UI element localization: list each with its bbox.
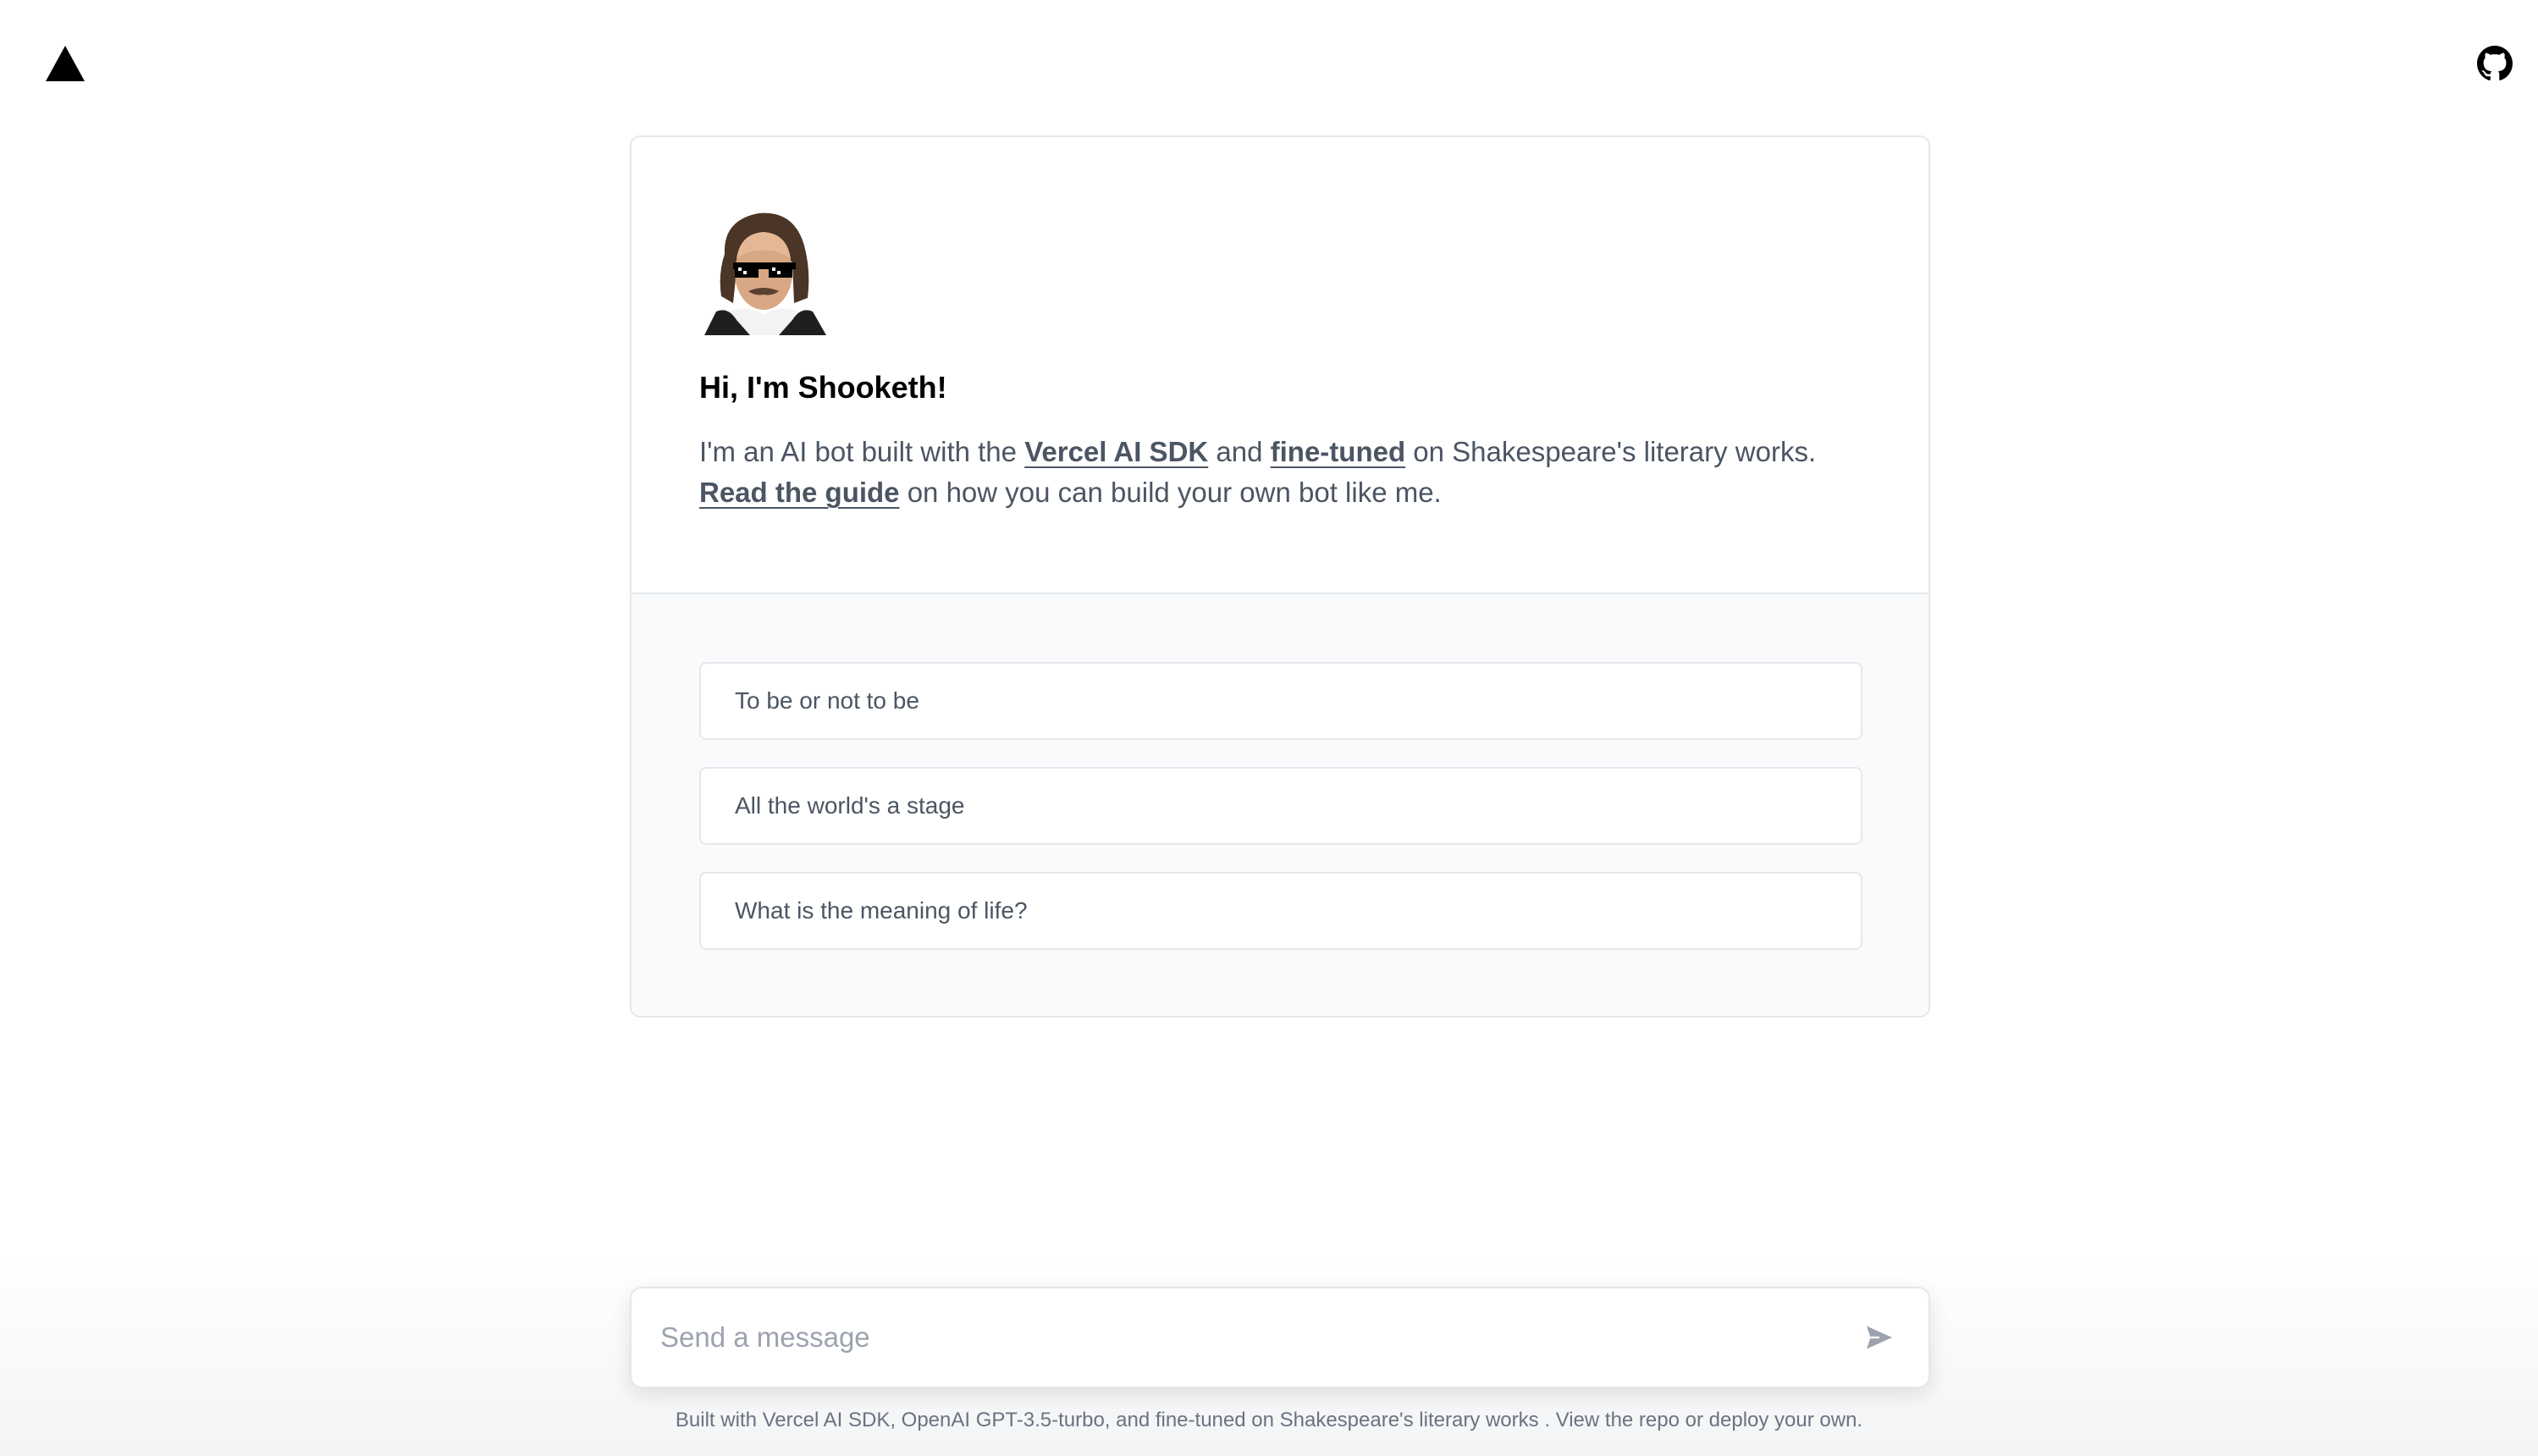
greeting-heading: Hi, I'm Shooketh! xyxy=(699,370,947,405)
read-the-guide-link[interactable]: Read the guide xyxy=(699,477,900,508)
chat-intro-card: Hi, I'm Shooketh! I'm an AI bot built wi… xyxy=(630,135,1930,1018)
vercel-logo-icon[interactable] xyxy=(46,46,85,81)
footer-text: Built with Vercel AI SDK, OpenAI GPT-3.5… xyxy=(675,1409,1863,1431)
desc-text-4: on how you can build your own bot like m… xyxy=(899,477,1442,508)
fine-tuned-link[interactable]: fine-tuned xyxy=(1271,436,1405,467)
vercel-ai-sdk-link[interactable]: Vercel AI SDK xyxy=(1024,436,1208,467)
shakespeare-avatar-icon xyxy=(704,212,826,335)
intro-description: I'm an AI bot built with the Vercel AI S… xyxy=(699,432,1861,513)
desc-text-3: on Shakespeare's literary works. xyxy=(1405,436,1817,467)
example-prompt-button[interactable]: What is the meaning of life? xyxy=(699,872,1862,950)
example-prompt-button[interactable]: All the world's a stage xyxy=(699,767,1862,845)
intro-section: Hi, I'm Shooketh! I'm an AI bot built wi… xyxy=(632,137,1928,594)
example-prompt-button[interactable]: To be or not to be xyxy=(699,662,1862,740)
message-composer xyxy=(630,1287,1930,1388)
github-icon[interactable] xyxy=(2477,46,2513,81)
message-input[interactable] xyxy=(660,1321,1859,1354)
send-arrow-icon xyxy=(1867,1326,1892,1349)
desc-text-2: and xyxy=(1208,436,1271,467)
example-prompts: To be or not to be All the world's a sta… xyxy=(632,594,1928,1016)
desc-text-1: I'm an AI bot built with the xyxy=(699,436,1025,467)
send-button[interactable] xyxy=(1859,1317,1900,1358)
